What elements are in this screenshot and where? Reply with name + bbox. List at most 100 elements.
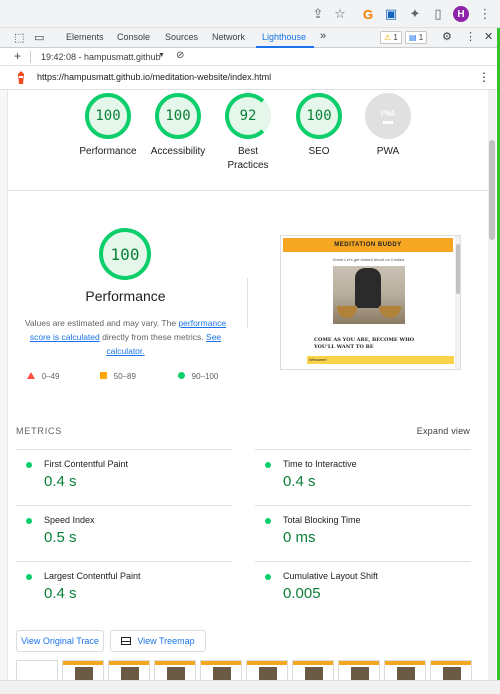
pass-circle-icon bbox=[26, 574, 32, 580]
devtools-tab-bar: ⬚ ▭ Elements Console Sources Network Lig… bbox=[0, 28, 500, 48]
messages-badge[interactable]: ▤ 1 bbox=[405, 31, 428, 44]
filmstrip-frame bbox=[246, 660, 288, 680]
thumb-hero-image bbox=[333, 266, 405, 324]
gauge-label: Performance bbox=[79, 146, 137, 157]
browser-toolbar: ⇪ ☆ G ▣ ✦ ▯ H ⋮ bbox=[0, 0, 500, 28]
treemap-icon bbox=[121, 637, 132, 645]
metrics-heading: METRICS bbox=[16, 426, 63, 436]
report-url-bar: https://hampusmatt.github.io/meditation-… bbox=[0, 66, 500, 90]
metric-value: 0.005 bbox=[283, 585, 321, 602]
gauge-seo[interactable]: 100 SEO bbox=[282, 93, 356, 159]
lighthouse-report: 100 Performance 100 Accessibility 92 Bes… bbox=[8, 90, 488, 680]
thumb-person bbox=[355, 268, 381, 308]
horizontal-scrollbar[interactable] bbox=[0, 680, 500, 694]
filmstrip-frame bbox=[292, 660, 334, 680]
clear-reports-icon[interactable]: ⊘ bbox=[176, 50, 184, 61]
tab-sources[interactable]: Sources bbox=[165, 32, 198, 42]
filmstrip-frame bbox=[430, 660, 472, 680]
pass-circle-icon bbox=[178, 372, 185, 379]
legend-average: 50–89 bbox=[100, 372, 136, 381]
thumb-welcome: Welcome! bbox=[307, 356, 454, 364]
filmstrip-frame bbox=[338, 660, 380, 680]
metric-cls: Cumulative Layout Shift 0.005 bbox=[255, 561, 471, 617]
filmstrip-frame bbox=[154, 660, 196, 680]
legend-fail: 0–49 bbox=[27, 372, 59, 381]
browser-menu-icon[interactable]: ⋮ bbox=[477, 6, 493, 22]
metric-name: Speed Index bbox=[44, 515, 95, 525]
extension-g-icon[interactable]: G bbox=[360, 6, 376, 22]
filmstrip bbox=[16, 660, 486, 680]
metric-name: Largest Contentful Paint bbox=[44, 571, 141, 581]
message-icon: ▤ bbox=[409, 33, 417, 42]
profile-avatar[interactable]: H bbox=[453, 6, 469, 22]
thumb-singing-bowl bbox=[337, 306, 357, 318]
metric-name: First Contentful Paint bbox=[44, 459, 129, 469]
legend-pass: 90–100 bbox=[178, 372, 218, 381]
thumb-site-nav: Home Let's get started About us Contact bbox=[332, 257, 405, 262]
score-ring: 100 bbox=[85, 93, 131, 139]
score-ring: 92 bbox=[225, 93, 271, 139]
side-panel-icon[interactable]: ▯ bbox=[430, 6, 446, 22]
chevron-down-icon[interactable]: ▼ bbox=[158, 52, 165, 59]
bookmark-star-icon[interactable]: ☆ bbox=[332, 6, 348, 22]
gauge-performance[interactable]: 100 Performance bbox=[71, 93, 145, 159]
settings-gear-icon[interactable]: ⚙ bbox=[442, 30, 452, 43]
warnings-badge[interactable]: ⚠ 1 bbox=[380, 31, 402, 44]
gauge-label: Accessibility bbox=[150, 146, 206, 157]
section-divider bbox=[8, 190, 488, 191]
metric-tti: Time to Interactive 0.4 s bbox=[255, 449, 471, 505]
metric-name: Cumulative Layout Shift bbox=[283, 571, 379, 581]
tab-elements[interactable]: Elements bbox=[66, 32, 104, 42]
device-toolbar-icon[interactable]: ▭ bbox=[34, 31, 44, 44]
score-ring: 100 bbox=[155, 93, 201, 139]
filmstrip-frame bbox=[16, 660, 58, 680]
metric-value: 0 ms bbox=[283, 529, 316, 546]
report-menu-icon[interactable]: ⋮ bbox=[478, 70, 490, 84]
inspect-element-icon[interactable]: ⬚ bbox=[14, 31, 24, 44]
left-panel-edge bbox=[0, 90, 8, 694]
gauge-best-practices[interactable]: 92 Best Practices bbox=[217, 93, 279, 173]
filmstrip-frame bbox=[108, 660, 150, 680]
metric-value: 0.5 s bbox=[44, 529, 77, 546]
metric-name: Total Blocking Time bbox=[283, 515, 361, 525]
metric-value: 0.4 s bbox=[44, 585, 77, 602]
metric-value: 0.4 s bbox=[283, 473, 316, 490]
pass-circle-icon bbox=[265, 574, 271, 580]
filmstrip-frame bbox=[384, 660, 426, 680]
new-report-icon[interactable]: + bbox=[14, 49, 21, 63]
gauge-label: Best Practices bbox=[227, 146, 269, 171]
performance-score-gauge: 100 bbox=[99, 228, 151, 280]
share-icon[interactable]: ⇪ bbox=[310, 6, 326, 22]
extensions-puzzle-icon[interactable]: ✦ bbox=[407, 6, 423, 22]
tab-network[interactable]: Network bbox=[212, 32, 245, 42]
view-original-trace-button[interactable]: View Original Trace bbox=[16, 630, 104, 652]
more-tabs-icon[interactable]: » bbox=[320, 30, 326, 42]
filmstrip-frame bbox=[200, 660, 242, 680]
toolbar-divider bbox=[30, 51, 31, 63]
pass-circle-icon bbox=[26, 518, 32, 524]
vertical-scrollbar[interactable] bbox=[488, 90, 496, 680]
report-url[interactable]: https://hampusmatt.github.io/meditation-… bbox=[37, 72, 271, 82]
expand-view-toggle[interactable]: Expand view bbox=[417, 426, 470, 436]
gauge-label: SEO bbox=[308, 146, 330, 157]
metrics-header: METRICS Expand view bbox=[16, 426, 476, 436]
tab-lighthouse[interactable]: Lighthouse bbox=[262, 32, 306, 42]
pass-circle-icon bbox=[26, 462, 32, 468]
performance-description: Values are estimated and may vary. The p… bbox=[24, 318, 227, 356]
close-devtools-icon[interactable]: ✕ bbox=[484, 30, 493, 43]
thumb-site-header: MEDITATION BUDDY bbox=[283, 238, 453, 252]
metric-lcp: Largest Contentful Paint 0.4 s bbox=[16, 561, 232, 617]
performance-title: Performance bbox=[85, 288, 166, 304]
gauge-accessibility[interactable]: 100 Accessibility bbox=[141, 93, 215, 159]
pwa-badge-icon: PWA bbox=[365, 93, 411, 139]
devtools-menu-icon[interactable]: ⋮ bbox=[465, 30, 476, 43]
score-ring: 100 bbox=[296, 93, 342, 139]
tab-console[interactable]: Console bbox=[117, 32, 150, 42]
pass-circle-icon bbox=[265, 462, 271, 468]
extension-s-icon[interactable]: ▣ bbox=[383, 6, 399, 22]
final-screenshot[interactable]: MEDITATION BUDDY Home Let's get started … bbox=[280, 235, 461, 370]
gauge-pwa[interactable]: PWA PWA bbox=[351, 93, 425, 159]
view-treemap-button[interactable]: View Treemap bbox=[110, 630, 206, 652]
scrollbar-thumb[interactable] bbox=[489, 140, 495, 240]
report-selector[interactable]: 19:42:08 - hampusmatt.github bbox=[41, 52, 161, 62]
